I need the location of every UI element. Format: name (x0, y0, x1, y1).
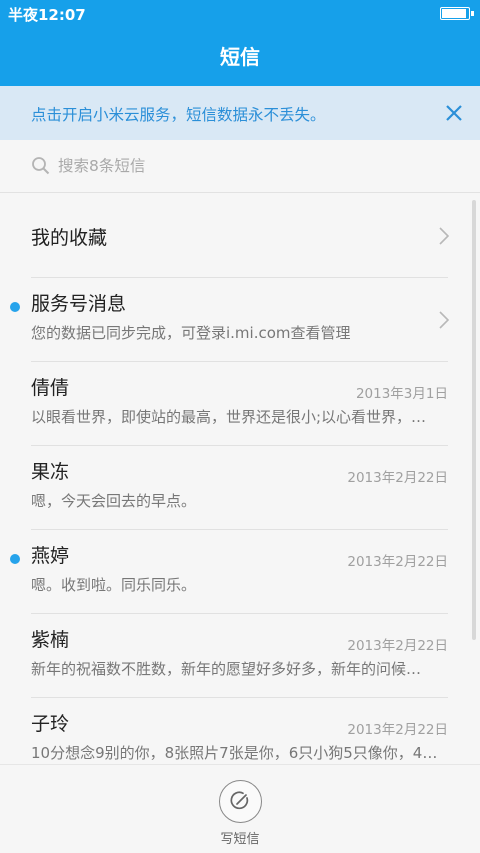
bottom-bar: 写短信 (0, 764, 480, 853)
cloud-service-banner[interactable]: 点击开启小米云服务，短信数据永不丢失。 (0, 86, 480, 140)
title-bar: 短信 (0, 28, 480, 86)
message-date: 2013年2月22日 (347, 554, 448, 570)
scrollbar[interactable] (472, 200, 476, 640)
message-preview: 以眼看世界，即使站的最高，世界还是很小;以心看世界，… (31, 408, 427, 426)
search-bar (0, 140, 480, 193)
conversation-row[interactable]: 果冻嗯，今天会回去的早点。 2013年2月22日 (0, 446, 480, 530)
contact-name: 紫楠 (31, 629, 70, 651)
message-preview: 嗯，今天会回去的早点。 (31, 492, 197, 510)
contact-name: 果冻 (31, 461, 70, 483)
chevron-right-icon (439, 311, 450, 329)
contact-name: 燕婷 (31, 545, 70, 567)
page-title: 短信 (220, 45, 260, 69)
close-icon[interactable] (444, 103, 464, 123)
conversation-row[interactable]: 倩倩以眼看世界，即使站的最高，世界还是很小;以心看世界，… 2013年3月1日 (0, 362, 480, 446)
contact-name: 子玲 (31, 713, 70, 735)
unread-dot (10, 554, 20, 564)
message-preview: 10分想念9别的你，8张照片7张是你，6只小狗5只像你，4… (31, 744, 438, 762)
conversation-row[interactable]: 燕婷嗯。收到啦。同乐同乐。 2013年2月22日 (0, 530, 480, 614)
search-icon (32, 157, 50, 175)
message-date: 2013年2月22日 (347, 638, 448, 654)
contact-name: 我的收藏 (31, 227, 108, 249)
conversation-row[interactable]: 服务号消息您的数据已同步完成，可登录i.mi.com查看管理 (0, 278, 480, 362)
search-input[interactable] (58, 152, 438, 180)
unread-dot (10, 302, 20, 312)
message-preview: 嗯。收到啦。同乐同乐。 (31, 576, 197, 594)
message-preview: 您的数据已同步完成，可登录i.mi.com查看管理 (31, 324, 351, 342)
message-date: 2013年2月22日 (347, 722, 448, 738)
conversation-row[interactable]: 子玲 10分想念9别的你，8张照片7张是你，6只小狗5只像你，4… 2013年2月2… (0, 698, 480, 764)
message-list: 我的收藏服务号消息您的数据已同步完成，可登录i.mi.com查看管理倩倩以眼看世… (0, 194, 480, 764)
conversation-row[interactable]: 紫楠新年的祝福数不胜数，新年的愿望好多好多，新年的问候… 2013年2月22日 (0, 614, 480, 698)
compose-icon (230, 791, 249, 810)
status-bar: 半夜12:07 (0, 0, 480, 28)
contact-name: 服务号消息 (31, 293, 127, 315)
compose-button[interactable] (219, 780, 262, 823)
battery-icon (440, 7, 474, 20)
conversation-row[interactable]: 我的收藏 (0, 194, 480, 278)
message-date: 2013年3月1日 (355, 386, 448, 402)
status-time: 半夜12:07 (8, 6, 86, 24)
message-preview: 新年的祝福数不胜数，新年的愿望好多好多，新年的问候… (31, 660, 422, 678)
message-date: 2013年2月22日 (347, 470, 448, 486)
compose-label: 写短信 (220, 832, 260, 847)
banner-text[interactable]: 点击开启小米云服务，短信数据永不丢失。 (31, 103, 326, 125)
chevron-right-icon (439, 227, 450, 245)
contact-name: 倩倩 (31, 377, 70, 399)
